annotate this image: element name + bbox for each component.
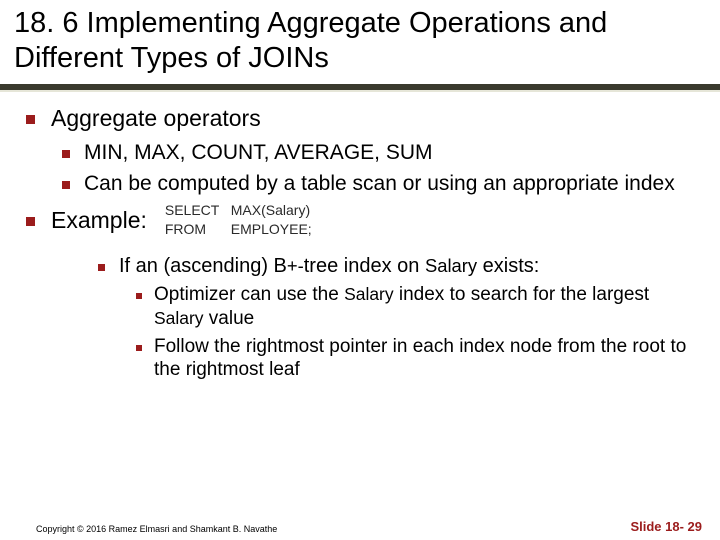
bullet-aggregate-operators: Aggregate operators: [26, 104, 694, 133]
bullet-icon: [62, 150, 70, 158]
sql-from-kw: FROM: [165, 220, 227, 240]
bullet-if-index: If an (ascending) B+-tree index on Salar…: [98, 254, 694, 279]
bullet-text: Follow the rightmost pointer in each ind…: [154, 335, 694, 383]
bullet-icon: [136, 293, 142, 299]
bullet-optimizer: Optimizer can use the Salary index to se…: [136, 283, 694, 331]
sql-snippet: SELECT MAX(Salary) FROM EMPLOYEE;: [165, 201, 312, 240]
sql-select-kw: SELECT: [165, 201, 227, 221]
sql-line-select: SELECT MAX(Salary): [165, 201, 312, 221]
bullet-text: Optimizer can use the Salary index to se…: [154, 283, 694, 331]
bullet-example: Example:: [26, 206, 147, 235]
bullet-ops-list: MIN, MAX, COUNT, AVERAGE, SUM: [62, 140, 694, 166]
sql-select-val: MAX(Salary): [231, 202, 310, 218]
bullet-computed-by: Can be computed by a table scan or using…: [62, 171, 694, 197]
bullet-text: MIN, MAX, COUNT, AVERAGE, SUM: [84, 140, 694, 166]
bullet-icon: [26, 217, 35, 226]
bullet-text: Can be computed by a table scan or using…: [84, 171, 694, 197]
bullet-icon: [26, 115, 35, 124]
bullet-icon: [98, 264, 105, 271]
bullet-text: Example:: [51, 206, 147, 235]
bullet-icon: [62, 181, 70, 189]
copyright-footer: Copyright © 2016 Ramez Elmasri and Shamk…: [36, 524, 277, 534]
sql-line-from: FROM EMPLOYEE;: [165, 220, 312, 240]
bullet-text: If an (ascending) B+-tree index on Salar…: [119, 254, 694, 279]
slide-number: Slide 18- 29: [630, 519, 702, 534]
slide-body: Aggregate operators MIN, MAX, COUNT, AVE…: [0, 90, 720, 382]
bullet-follow-pointer: Follow the rightmost pointer in each ind…: [136, 335, 694, 383]
title-area: 18. 6 Implementing Aggregate Operations …: [0, 0, 720, 90]
sql-from-val: EMPLOYEE;: [231, 221, 312, 237]
bullet-text: Aggregate operators: [51, 104, 694, 133]
slide: 18. 6 Implementing Aggregate Operations …: [0, 0, 720, 540]
example-row: Example: SELECT MAX(Salary) FROM EMPLOYE…: [26, 201, 694, 240]
slide-title: 18. 6 Implementing Aggregate Operations …: [14, 6, 706, 76]
bullet-icon: [136, 345, 142, 351]
